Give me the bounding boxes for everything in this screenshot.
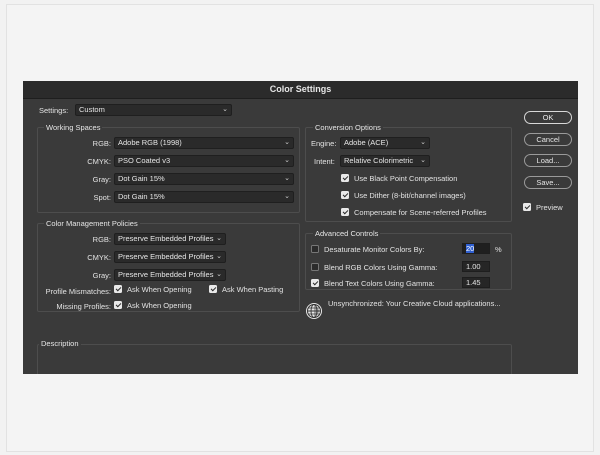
description-title: Description [39, 339, 81, 348]
ws-spot-label: Spot: [93, 193, 111, 202]
policy-gray-select[interactable]: Preserve Embedded Profiles ⌄ [114, 269, 226, 281]
globe-icon [306, 303, 322, 319]
cancel-button[interactable]: Cancel [524, 133, 572, 146]
desaturate-unit: % [495, 245, 502, 254]
ws-cmyk-value: PSO Coated v3 [118, 156, 171, 165]
blend-text-label: Blend Text Colors Using Gamma: [324, 279, 435, 288]
policy-cmyk-label: CMYK: [87, 253, 111, 262]
engine-select[interactable]: Adobe (ACE) ⌄ [340, 137, 430, 149]
ws-cmyk-label: CMYK: [87, 157, 111, 166]
blend-rgb-checkbox[interactable] [311, 263, 319, 271]
chevron-down-icon: ⌄ [216, 271, 222, 278]
chevron-down-icon: ⌄ [420, 139, 426, 146]
policy-cmyk-value: Preserve Embedded Profiles [118, 252, 214, 261]
working-spaces-title: Working Spaces [44, 123, 103, 132]
settings-select[interactable]: Custom ⌄ [75, 104, 232, 116]
chevron-down-icon: ⌄ [284, 157, 290, 164]
dialog-title: Color Settings [23, 81, 578, 99]
preview-label: Preview [536, 203, 563, 212]
engine-label: Engine: [311, 139, 337, 148]
sync-status-text: Unsynchronized: Your Creative Cloud appl… [328, 299, 501, 308]
ask-when-opening-mismatch-label: Ask When Opening [127, 285, 192, 294]
use-dither-label: Use Dither (8-bit/channel images) [354, 191, 466, 200]
description-group [37, 344, 512, 374]
ask-when-opening-mismatch-checkbox[interactable] [114, 285, 122, 293]
conversion-options-title: Conversion Options [313, 123, 383, 132]
ws-spot-value: Dot Gain 15% [118, 192, 165, 201]
blend-text-input[interactable]: 1.45 [462, 277, 490, 288]
ws-spot-select[interactable]: Dot Gain 15% ⌄ [114, 191, 294, 203]
desaturate-label: Desaturate Monitor Colors By: [324, 245, 425, 254]
ws-gray-select[interactable]: Dot Gain 15% ⌄ [114, 173, 294, 185]
policy-cmyk-select[interactable]: Preserve Embedded Profiles ⌄ [114, 251, 226, 263]
ws-cmyk-select[interactable]: PSO Coated v3 ⌄ [114, 155, 294, 167]
policy-rgb-value: Preserve Embedded Profiles [118, 234, 214, 243]
chevron-down-icon: ⌄ [216, 235, 222, 242]
ws-gray-label: Gray: [92, 175, 111, 184]
chevron-down-icon: ⌄ [284, 175, 290, 182]
scene-referred-checkbox[interactable] [341, 208, 349, 216]
settings-label: Settings: [39, 106, 69, 115]
engine-value: Adobe (ACE) [344, 138, 389, 147]
ws-rgb-value: Adobe RGB (1998) [118, 138, 182, 147]
scene-referred-label: Compensate for Scene-referred Profiles [354, 208, 487, 217]
blend-rgb-input[interactable]: 1.00 [462, 261, 490, 272]
desaturate-value: 20 [466, 244, 475, 253]
chevron-down-icon: ⌄ [420, 157, 426, 164]
load-button[interactable]: Load... [524, 154, 572, 167]
settings-value: Custom [79, 105, 105, 114]
ask-when-pasting-label: Ask When Pasting [222, 285, 284, 294]
profile-mismatches-label: Profile Mismatches: [45, 287, 111, 296]
policy-gray-label: Gray: [92, 271, 111, 280]
blend-rgb-label: Blend RGB Colors Using Gamma: [324, 263, 438, 272]
ws-rgb-label: RGB: [92, 139, 111, 148]
black-point-compensation-checkbox[interactable] [341, 174, 349, 182]
missing-profiles-label: Missing Profiles: [56, 302, 111, 311]
ws-rgb-select[interactable]: Adobe RGB (1998) ⌄ [114, 137, 294, 149]
ask-when-opening-missing-label: Ask When Opening [127, 301, 192, 310]
save-button[interactable]: Save... [524, 176, 572, 189]
ok-button[interactable]: OK [524, 111, 572, 124]
advanced-controls-title: Advanced Controls [313, 229, 381, 238]
desaturate-checkbox[interactable] [311, 245, 319, 253]
chevron-down-icon: ⌄ [216, 253, 222, 260]
chevron-down-icon: ⌄ [284, 139, 290, 146]
ask-when-pasting-checkbox[interactable] [209, 285, 217, 293]
chevron-down-icon: ⌄ [222, 106, 228, 113]
use-dither-checkbox[interactable] [341, 191, 349, 199]
ask-when-opening-missing-checkbox[interactable] [114, 301, 122, 309]
policy-rgb-select[interactable]: Preserve Embedded Profiles ⌄ [114, 233, 226, 245]
intent-label: Intent: [314, 157, 335, 166]
preview-checkbox[interactable] [523, 203, 531, 211]
color-settings-dialog: Color Settings Settings: Custom ⌄ Workin… [23, 81, 578, 374]
ws-gray-value: Dot Gain 15% [118, 174, 165, 183]
intent-value: Relative Colorimetric [344, 156, 414, 165]
desaturate-input[interactable]: 20 [462, 243, 490, 254]
intent-select[interactable]: Relative Colorimetric ⌄ [340, 155, 430, 167]
policy-gray-value: Preserve Embedded Profiles [118, 270, 214, 279]
chevron-down-icon: ⌄ [284, 193, 290, 200]
policies-title: Color Management Policies [44, 219, 140, 228]
black-point-compensation-label: Use Black Point Compensation [354, 174, 458, 183]
policy-rgb-label: RGB: [92, 235, 111, 244]
blend-text-checkbox[interactable] [311, 279, 319, 287]
